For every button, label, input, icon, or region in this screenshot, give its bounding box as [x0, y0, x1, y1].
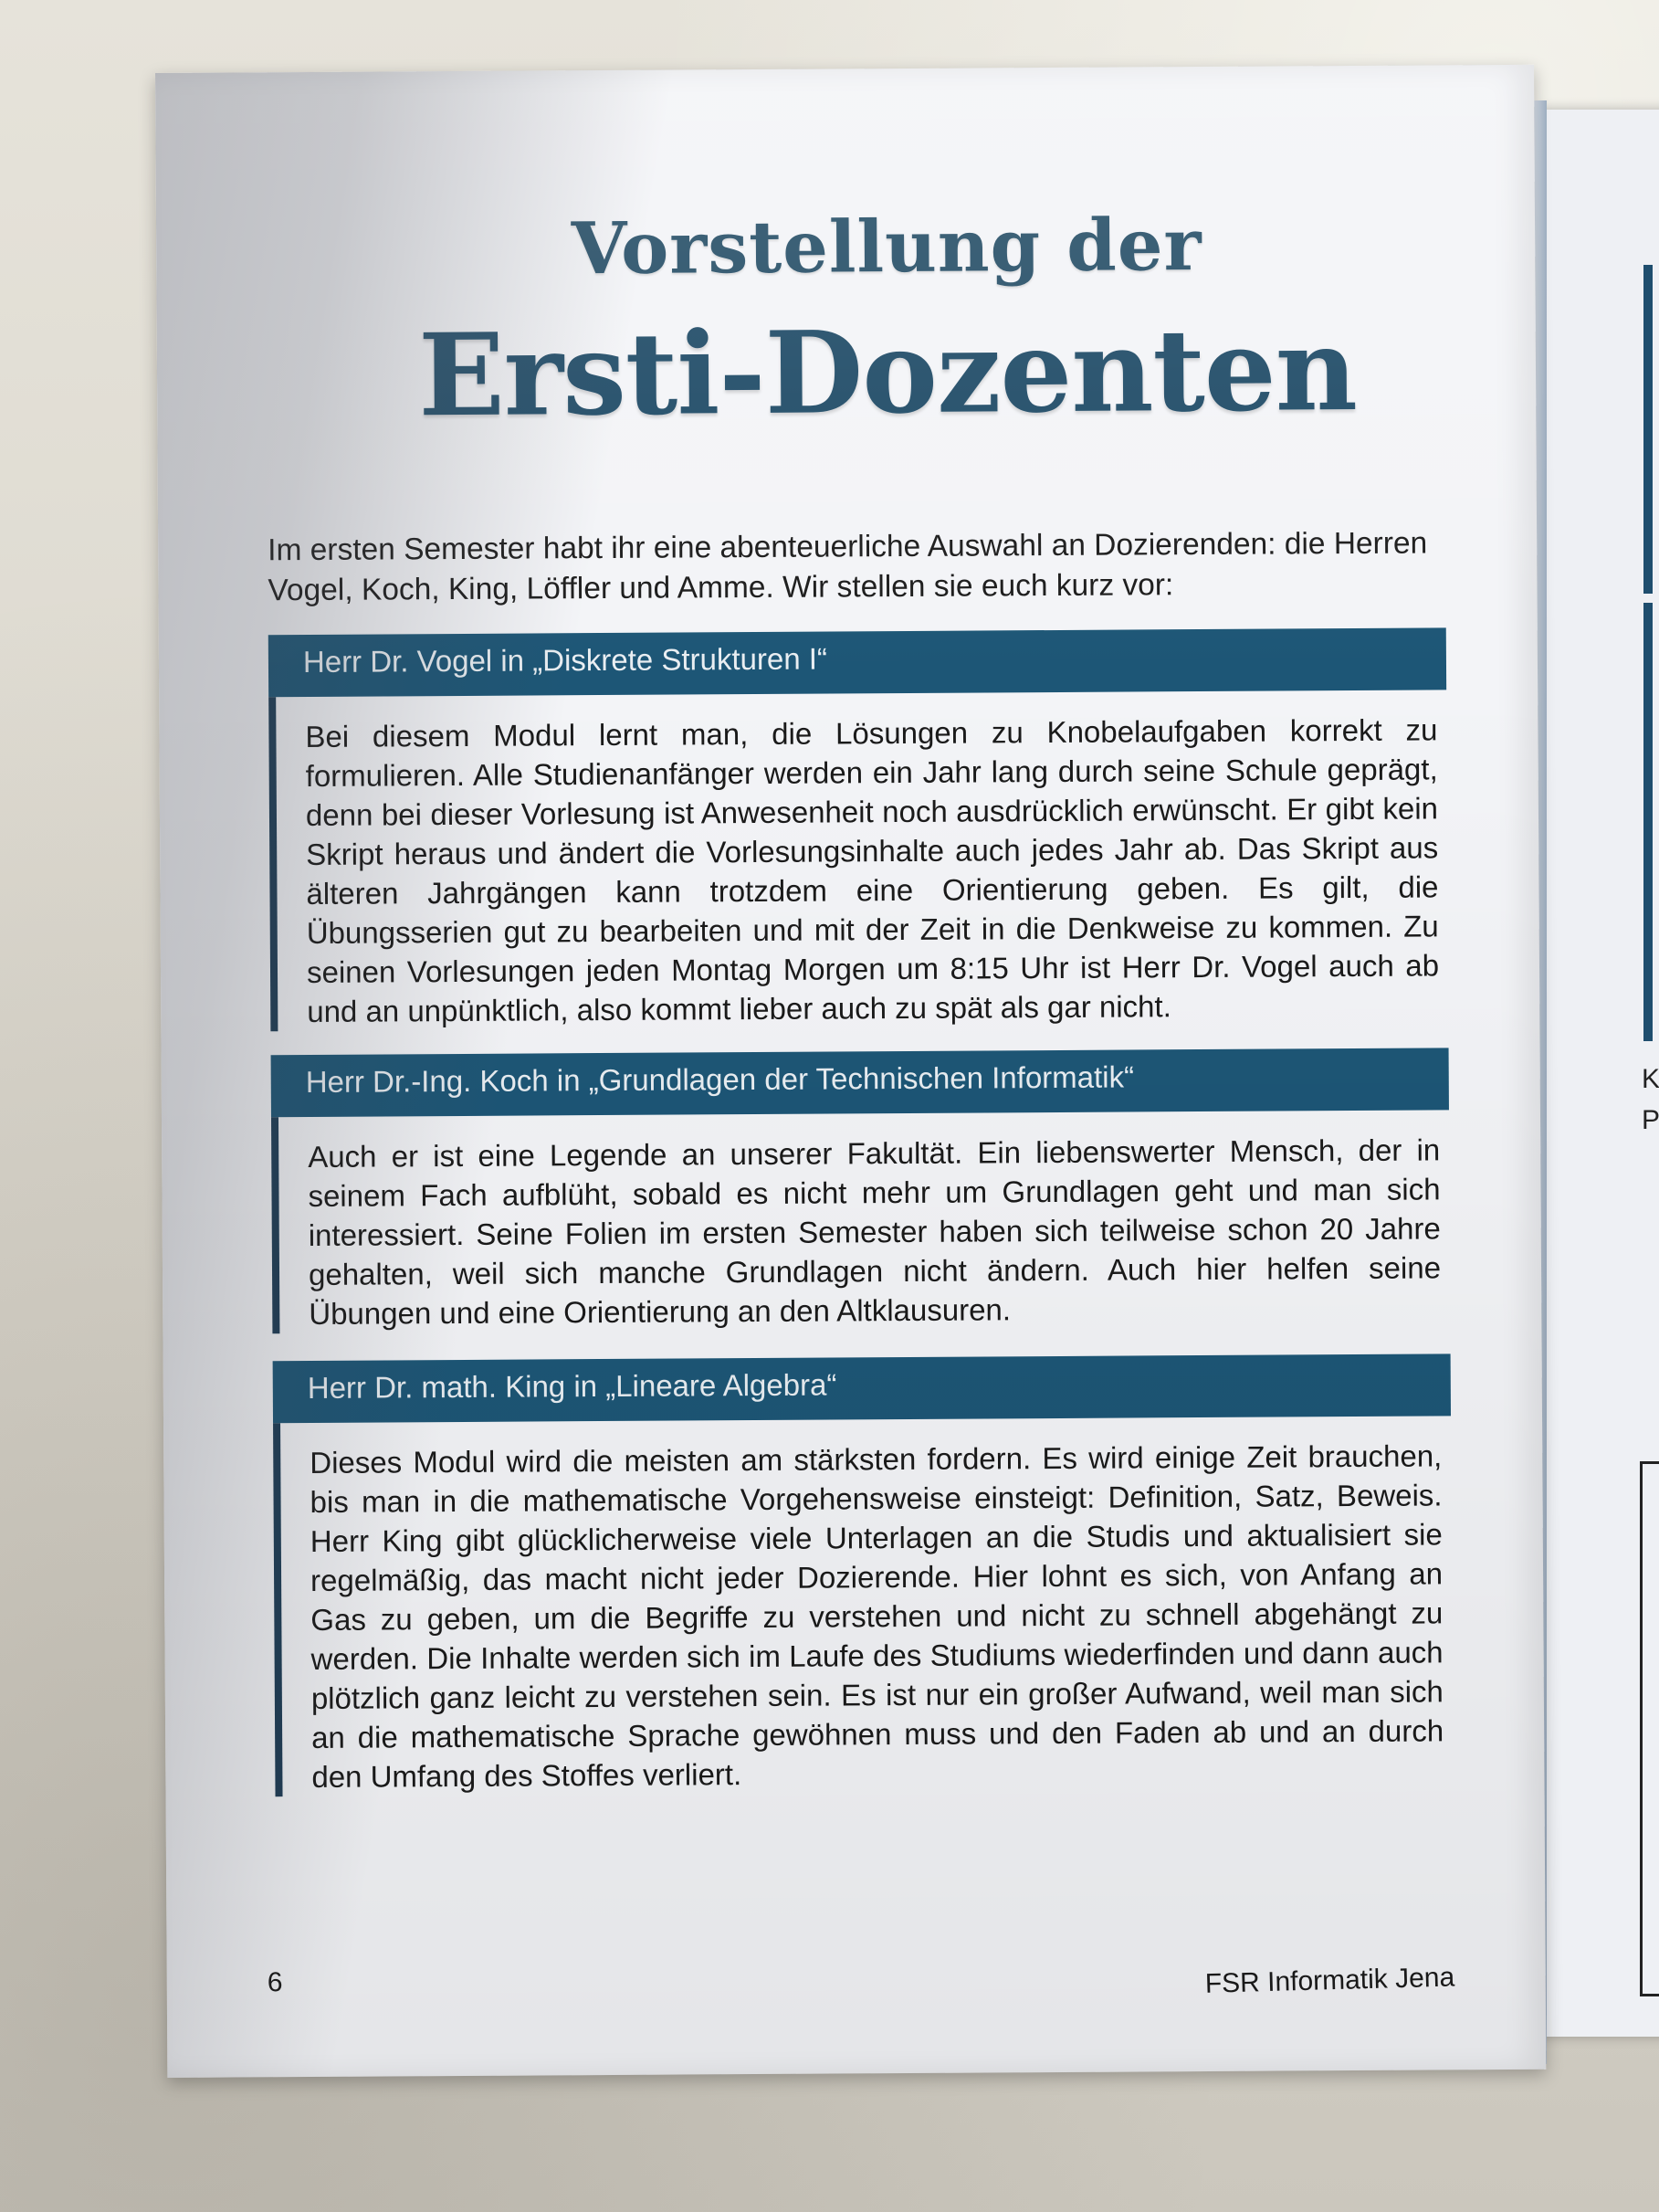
section-body: Bei diesem Modul lernt man, die Lösungen…	[268, 690, 1449, 1032]
page-number: 6	[267, 1967, 283, 1998]
right-page-fragment-2: P	[1642, 1105, 1659, 1135]
lecturer-section-king: Herr Dr. math. King in „Lineare Algebra“…	[272, 1354, 1454, 1797]
right-page-bar-2	[1643, 603, 1653, 1041]
footer-organization: FSR Informatik Jena	[1203, 1962, 1455, 1999]
intro-paragraph: Im ersten Semester habt ihr eine abenteu…	[268, 526, 1428, 608]
section-body: Auch er ist eine Legende an unserer Faku…	[270, 1110, 1451, 1334]
right-page: K P Er	[1543, 110, 1659, 2037]
section-heading: Herr Dr.-Ing. Koch in „Grundlagen der Te…	[270, 1048, 1449, 1118]
section-heading: Herr Dr. Vogel in „Diskrete Strukturen I…	[268, 627, 1447, 698]
right-page-box	[1640, 1461, 1659, 1996]
lecturer-section-vogel: Herr Dr. Vogel in „Diskrete Strukturen I…	[268, 627, 1449, 1032]
right-page-bar-1	[1643, 265, 1653, 594]
right-page-fragment-1: K	[1642, 1064, 1659, 1094]
section-text: Dieses Modul wird die meisten am stärkst…	[310, 1438, 1444, 1794]
photo-scene: K P Er Vorstellung der Ersti-Dozenten Im…	[0, 0, 1659, 2212]
section-heading: Herr Dr. math. King in „Lineare Algebra“	[272, 1354, 1452, 1424]
section-body: Dieses Modul wird die meisten am stärkst…	[273, 1416, 1454, 1797]
section-text: Bei diesem Modul lernt man, die Lösungen…	[305, 712, 1440, 1029]
section-text: Auch er ist eine Legende an unserer Faku…	[308, 1132, 1442, 1331]
page-content: Vorstellung der Ersti-Dozenten Im ersten…	[266, 202, 1454, 1797]
title-line-1: Vorstellung der	[571, 204, 1202, 291]
lecturer-section-koch: Herr Dr.-Ing. Koch in „Grundlagen der Te…	[270, 1048, 1451, 1334]
title-line-2: Ersti-Dozenten	[417, 303, 1358, 443]
left-page: Vorstellung der Ersti-Dozenten Im ersten…	[155, 64, 1547, 2078]
